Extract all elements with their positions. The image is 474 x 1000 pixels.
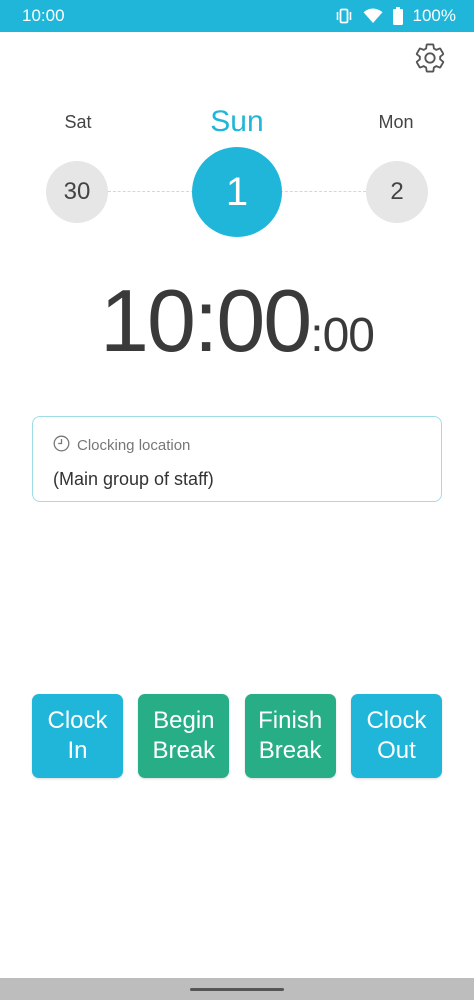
clock-actions: Clock In Begin Break Finish Break Clock … xyxy=(32,694,442,778)
status-bar: 10:00 100% xyxy=(0,0,474,32)
clock-icon xyxy=(53,435,70,456)
day-connector-right xyxy=(280,191,366,192)
prev-day-name: Sat xyxy=(64,112,92,132)
time-hours-minutes: 10:00 xyxy=(100,271,312,370)
status-icons: 100% xyxy=(335,6,456,26)
current-time: 10:00:00 xyxy=(0,270,474,372)
current-day-number: 1 xyxy=(225,169,249,214)
clock-out-button[interactable]: Clock Out xyxy=(350,694,442,778)
begin-break-button[interactable]: Begin Break xyxy=(138,694,230,778)
next-day-name: Mon xyxy=(378,112,414,132)
vibrate-icon xyxy=(335,8,353,24)
clocking-location-card[interactable]: Clocking location (Main group of staff) xyxy=(32,416,442,502)
day-connector-left xyxy=(108,191,194,192)
navigation-bar xyxy=(0,978,474,1000)
location-title: Clocking location xyxy=(77,437,191,454)
current-day-name: Sun xyxy=(210,105,264,138)
clock-in-button[interactable]: Clock In xyxy=(32,694,123,778)
wifi-icon xyxy=(363,8,383,24)
finish-break-button[interactable]: Finish Break xyxy=(244,694,336,778)
home-gesture-handle[interactable] xyxy=(190,988,284,991)
settings-button[interactable] xyxy=(412,42,448,78)
location-header: Clocking location xyxy=(53,435,421,456)
prev-day-number: 30 xyxy=(63,178,91,205)
next-day-number: 2 xyxy=(390,178,404,205)
next-day-button[interactable]: 2 xyxy=(366,161,428,223)
location-value: (Main group of staff) xyxy=(53,469,214,489)
prev-day-button[interactable]: 30 xyxy=(46,161,108,223)
battery-percent: 100% xyxy=(412,6,456,25)
time-seconds: :00 xyxy=(310,309,375,362)
gear-icon xyxy=(413,41,447,80)
status-time: 10:00 xyxy=(22,6,65,25)
current-day-button[interactable]: 1 xyxy=(192,147,282,237)
battery-icon xyxy=(392,7,403,25)
